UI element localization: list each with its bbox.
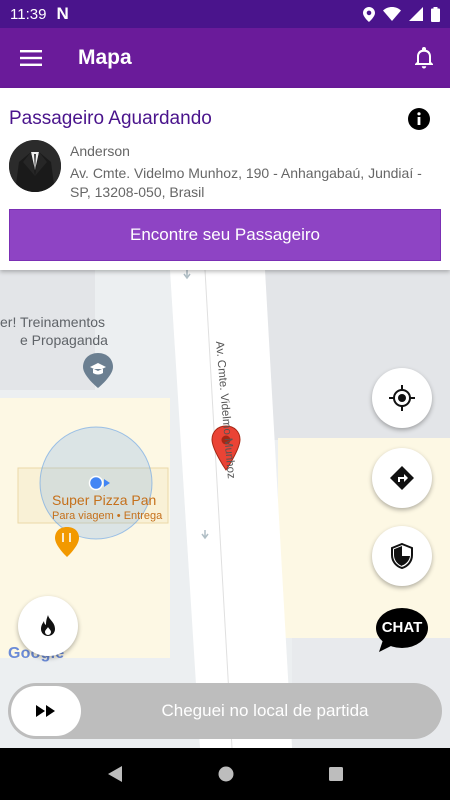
status-bar: 11:39 N [0, 0, 450, 28]
system-nav-bar [0, 748, 450, 800]
my-location-icon [389, 385, 415, 411]
location-status-icon [363, 6, 375, 22]
pizza-poi-label[interactable]: Super Pizza Pan [52, 492, 156, 508]
flame-button[interactable] [18, 596, 78, 656]
page-title: Mapa [78, 46, 132, 69]
info-icon[interactable] [407, 107, 431, 131]
hamburger-menu-icon [20, 50, 42, 66]
avatar-image [9, 140, 61, 192]
card-title: Passageiro Aguardando [9, 108, 212, 129]
home-icon[interactable] [217, 765, 235, 783]
notifications-button[interactable] [398, 28, 450, 88]
wifi-status-icon [383, 7, 401, 21]
flame-icon [41, 615, 55, 636]
status-time: 11:39 [10, 5, 47, 23]
signal-status-icon [409, 7, 423, 21]
poi-label-line2: e Propaganda [20, 332, 108, 348]
notification-n-icon: N [56, 4, 69, 23]
poi-label-line1: er! Treinamentos [0, 314, 106, 330]
pizza-poi-sublabel: Para viagem • Entrega [52, 510, 163, 522]
passenger-avatar [9, 140, 61, 192]
passenger-card: Passageiro Aguardando Anderson Av. Cmte.… [0, 88, 450, 270]
shield-icon [391, 543, 413, 569]
passenger-address: Av. Cmte. Videlmo Munhoz, 190 - Anhangab… [70, 165, 422, 200]
find-passenger-button[interactable]: Encontre seu Passageiro [9, 209, 441, 261]
bell-icon [415, 47, 433, 69]
arrival-slider-label: Cheguei no local de partida [161, 701, 369, 720]
directions-icon [390, 466, 414, 490]
status-icons [363, 6, 440, 22]
arrival-slider[interactable]: Cheguei no local de partida [8, 683, 442, 739]
directions-button[interactable] [372, 448, 432, 508]
my-location-button[interactable] [372, 368, 432, 428]
back-icon[interactable] [106, 765, 124, 783]
chat-button[interactable]: CHAT [375, 606, 429, 654]
security-button[interactable] [372, 526, 432, 586]
menu-button[interactable] [0, 28, 62, 88]
recents-icon[interactable] [328, 766, 344, 782]
fast-forward-icon [36, 705, 55, 717]
passenger-name: Anderson [70, 143, 130, 159]
chat-label: CHAT [381, 619, 423, 636]
battery-status-icon [431, 6, 440, 22]
arrival-slider-handle[interactable] [11, 686, 81, 736]
app-bar: Mapa [0, 28, 450, 88]
